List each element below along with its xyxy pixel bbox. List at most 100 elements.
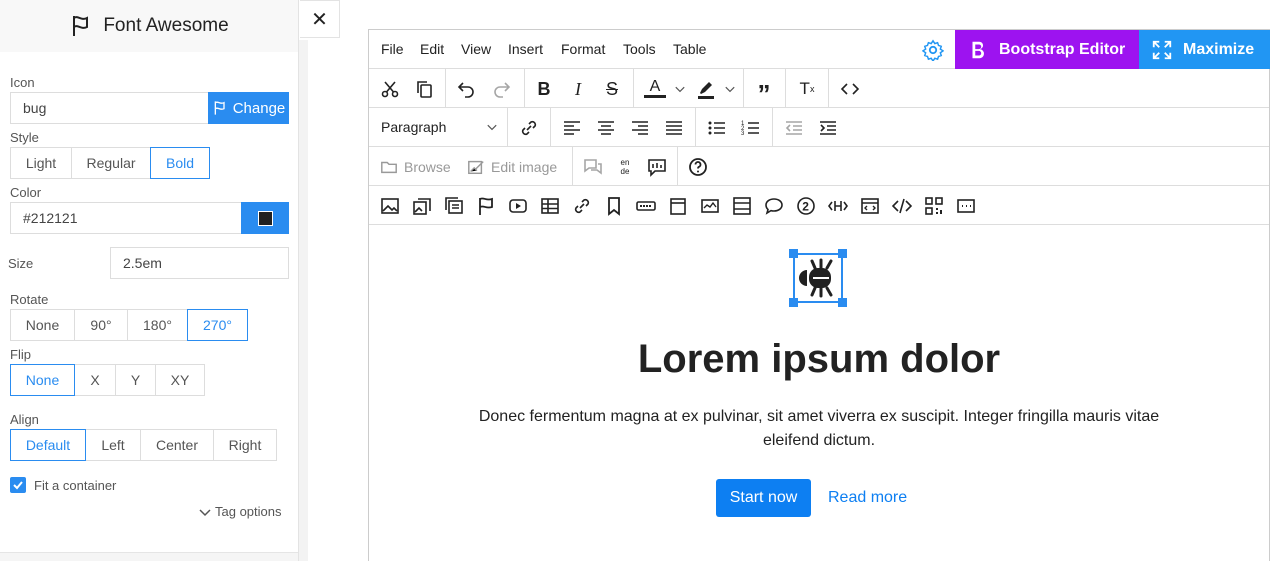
template-icon[interactable] — [955, 195, 977, 217]
browse-button[interactable]: Browse — [380, 158, 451, 176]
resize-handle[interactable] — [838, 298, 847, 307]
bullet-list-icon[interactable] — [706, 117, 728, 139]
carousel-icon[interactable] — [443, 195, 465, 217]
gear-icon[interactable] — [922, 39, 944, 61]
style-bold-option[interactable]: Bold — [150, 147, 210, 179]
blockquote-icon[interactable]: ” — [753, 78, 775, 109]
jumbotron-icon[interactable] — [699, 195, 721, 217]
content-headline: Lorem ipsum dolor — [637, 337, 1001, 381]
rotate-segment: None 90° 180° 270° — [10, 309, 248, 341]
indent-icon[interactable] — [817, 117, 839, 139]
style-light-option[interactable]: Light — [10, 147, 72, 179]
button-icon[interactable] — [635, 195, 657, 217]
ai-assistant-icon[interactable] — [646, 156, 668, 178]
menu-table[interactable]: Table — [673, 41, 706, 57]
chevron-down-icon[interactable] — [719, 78, 741, 100]
color-input[interactable]: #212121 — [10, 202, 242, 234]
snippet-icon[interactable] — [859, 195, 881, 217]
video-icon[interactable] — [507, 195, 529, 217]
flip-none-option[interactable]: None — [10, 364, 75, 396]
panel-gutter — [299, 40, 308, 561]
align-right-icon[interactable] — [629, 117, 651, 139]
rotate-none-option[interactable]: None — [10, 309, 75, 341]
clear-formatting-icon[interactable]: Tx — [796, 78, 818, 100]
align-left-option[interactable]: Left — [85, 429, 141, 461]
menu-bar: File Edit View Insert Format Tools Table… — [369, 30, 1270, 69]
bootstrap-logo-icon — [972, 41, 984, 58]
heading-icon[interactable] — [827, 195, 849, 217]
selected-icon-frame[interactable] — [789, 249, 847, 307]
edit-image-button[interactable]: Edit image — [467, 158, 557, 176]
flip-y-option[interactable]: Y — [115, 364, 156, 396]
italic-icon[interactable]: I — [567, 78, 589, 100]
translate-icon[interactable]: en de — [614, 156, 636, 178]
resize-handle[interactable] — [789, 249, 798, 258]
table-icon[interactable] — [539, 195, 561, 217]
separator — [828, 69, 829, 107]
link-icon[interactable] — [518, 117, 540, 139]
popover-icon[interactable] — [763, 195, 785, 217]
source-code-icon[interactable] — [839, 78, 861, 100]
flip-x-option[interactable]: X — [74, 364, 116, 396]
align-center-option[interactable]: Center — [140, 429, 214, 461]
bookmark-icon[interactable] — [603, 195, 625, 217]
menu-view[interactable]: View — [461, 41, 491, 57]
bootstrap-editor-button[interactable]: Bootstrap Editor — [955, 30, 1139, 69]
align-right-option[interactable]: Right — [213, 429, 277, 461]
undo-icon[interactable] — [455, 78, 477, 100]
cut-icon[interactable] — [379, 78, 401, 100]
fit-container-checkbox[interactable] — [10, 477, 26, 493]
font-awesome-panel: Font Awesome Icon bug Change Style Light… — [0, 0, 299, 561]
text-color-icon[interactable]: A — [644, 78, 666, 98]
card-icon[interactable] — [667, 195, 689, 217]
size-input[interactable]: 2.5em — [110, 247, 289, 279]
flip-xy-option[interactable]: XY — [155, 364, 205, 396]
style-regular-option[interactable]: Regular — [71, 147, 151, 179]
align-default-option[interactable]: Default — [10, 429, 86, 461]
menu-file[interactable]: File — [381, 41, 404, 57]
icon-input[interactable]: bug — [10, 92, 209, 124]
rotate-270-option[interactable]: 270° — [187, 309, 248, 341]
menu-edit[interactable]: Edit — [420, 41, 444, 57]
highlight-icon[interactable] — [695, 78, 717, 100]
icon-label: Icon — [10, 75, 35, 90]
block-format-select[interactable]: Paragraph — [381, 119, 498, 135]
bold-icon[interactable]: B — [533, 78, 555, 100]
resize-handle[interactable] — [789, 298, 798, 307]
badge-icon[interactable]: 2 — [795, 195, 817, 217]
rotate-90-option[interactable]: 90° — [74, 309, 128, 341]
numbered-list-icon[interactable]: 123 — [740, 117, 762, 139]
maximize-button[interactable]: Maximize — [1139, 30, 1270, 69]
comments-icon[interactable] — [582, 156, 604, 178]
strikethrough-icon[interactable]: S — [601, 78, 623, 100]
image-icon[interactable] — [379, 195, 401, 217]
editor-content[interactable]: Lorem ipsum dolor Donec fermentum magna … — [369, 225, 1269, 562]
menu-insert[interactable]: Insert — [508, 41, 543, 57]
start-now-button[interactable]: Start now — [716, 479, 811, 517]
tag-options-toggle[interactable]: Tag options — [199, 504, 282, 519]
align-center-icon[interactable] — [595, 117, 617, 139]
align-justify-icon[interactable] — [663, 117, 685, 139]
layout-icon[interactable] — [731, 195, 753, 217]
resize-handle[interactable] — [838, 249, 847, 258]
qr-code-icon[interactable] — [923, 195, 945, 217]
chevron-down-icon[interactable] — [669, 78, 691, 100]
outdent-icon[interactable] — [783, 117, 805, 139]
align-left-icon[interactable] — [561, 117, 583, 139]
read-more-link[interactable]: Read more — [828, 489, 907, 507]
rotate-180-option[interactable]: 180° — [127, 309, 188, 341]
toolbar-row-4: 2 — [369, 186, 1269, 225]
image-gallery-icon[interactable] — [411, 195, 433, 217]
toolbar-row-3: Browse Edit image en de — [369, 147, 1269, 186]
change-icon-button[interactable]: Change — [208, 92, 289, 124]
link-icon[interactable] — [571, 195, 593, 217]
code-icon[interactable] — [891, 195, 913, 217]
menu-format[interactable]: Format — [561, 41, 605, 57]
menu-tools[interactable]: Tools — [623, 41, 656, 57]
close-panel-button[interactable]: ✕ — [300, 0, 340, 38]
help-icon[interactable] — [687, 156, 709, 178]
redo-icon[interactable] — [491, 78, 513, 100]
copy-icon[interactable] — [413, 78, 435, 100]
color-picker-button[interactable] — [241, 202, 289, 234]
icon-flag-icon[interactable] — [475, 195, 497, 217]
